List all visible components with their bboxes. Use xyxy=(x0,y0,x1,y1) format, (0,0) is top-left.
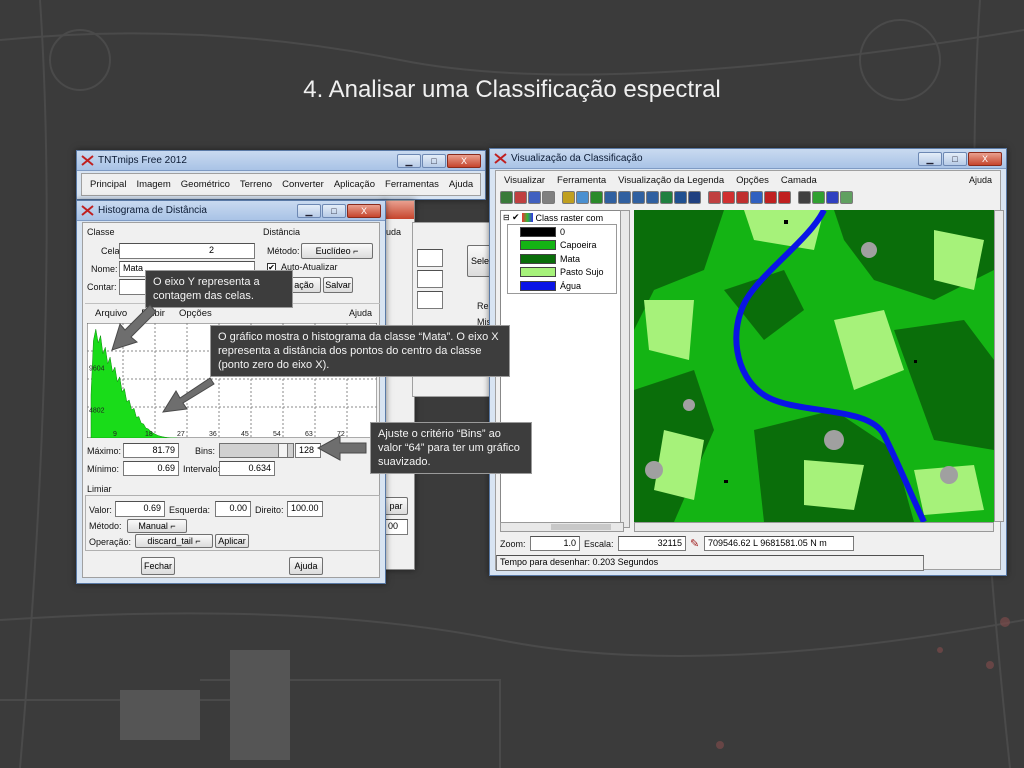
arrow-icon xyxy=(111,304,367,461)
annotation-arrows xyxy=(111,304,367,461)
